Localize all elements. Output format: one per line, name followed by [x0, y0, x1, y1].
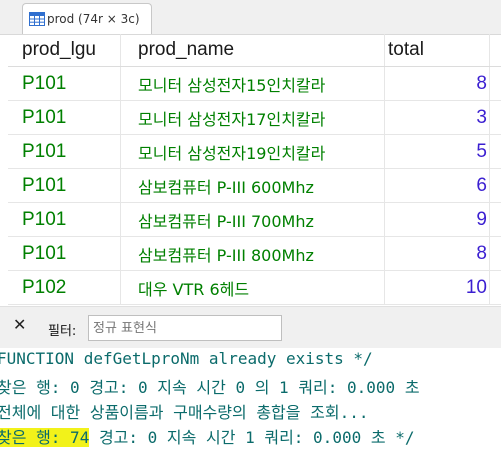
close-icon[interactable]: ✕ [13, 317, 27, 333]
cell-prod-name[interactable]: 삼보컴퓨터 P-III 700Mhz [121, 203, 385, 236]
cell-prod-lgu[interactable]: P101 [8, 101, 121, 134]
cell-total[interactable]: 8 [385, 67, 490, 100]
cell-prod-lgu[interactable]: P101 [8, 135, 121, 168]
cell-total[interactable]: 6 [385, 169, 490, 202]
column-header-total[interactable]: total [385, 34, 490, 66]
highlighted-row-count: 찾은 행: 74 [0, 428, 90, 447]
table-row[interactable]: P101 모니터 삼성전자19인치칼라 5 [8, 135, 501, 169]
column-header-prod-name[interactable]: prod_name [121, 34, 385, 66]
column-header-prod-lgu[interactable]: prod_lgu [8, 34, 121, 66]
cell-prod-lgu[interactable]: P101 [8, 203, 121, 236]
cell-prod-name[interactable]: 모니터 삼성전자19인치칼라 [121, 135, 385, 168]
tab-label: prod (74r × 3c) [47, 12, 140, 26]
filter-bar: ✕ 필터: [0, 306, 501, 349]
cell-prod-name[interactable]: 삼보컴퓨터 P-III 800Mhz [121, 237, 385, 270]
cell-prod-name[interactable]: 대우 VTR 6헤드 [121, 271, 385, 304]
cell-prod-lgu[interactable]: P101 [8, 237, 121, 270]
result-grid: prod_lgu prod_name total P101 모니터 삼성전자15… [8, 34, 501, 305]
table-row[interactable]: P101 삼보컴퓨터 P-III 600Mhz 6 [8, 169, 501, 203]
cell-total[interactable]: 3 [385, 101, 490, 134]
cell-total[interactable]: 5 [385, 135, 490, 168]
grid-header-row: prod_lgu prod_name total [8, 34, 501, 67]
cell-total[interactable]: 10 [385, 271, 490, 304]
console-line: FUNCTION defGetLproNm already exists */ [0, 349, 373, 368]
cell-prod-name[interactable]: 모니터 삼성전자15인치칼라 [121, 67, 385, 100]
table-row[interactable]: P101 모니터 삼성전자15인치칼라 8 [8, 67, 501, 101]
cell-prod-lgu[interactable]: P101 [8, 169, 121, 202]
cell-prod-name[interactable]: 모니터 삼성전자17인치칼라 [121, 101, 385, 134]
console-line-rest: 경고: 0 지속 시간 1 쿼리: 0.000 초 */ [89, 428, 415, 447]
cell-total[interactable]: 8 [385, 237, 490, 270]
cell-prod-lgu[interactable]: P102 [8, 271, 121, 304]
cell-prod-lgu[interactable]: P101 [8, 67, 121, 100]
table-row[interactable]: P101 모니터 삼성전자17인치칼라 3 [8, 101, 501, 135]
table-row[interactable]: P101 삼보컴퓨터 P-III 800Mhz 8 [8, 237, 501, 271]
filter-label: 필터: [48, 324, 77, 339]
cell-total[interactable]: 9 [385, 203, 490, 236]
table-grid-icon [29, 12, 45, 26]
filter-input[interactable] [88, 315, 282, 341]
query-log-console[interactable]: FUNCTION defGetLproNm already exists */ … [0, 348, 501, 451]
console-line: 전체에 대한 상품이름과 구매수량의 총합을 조회... [0, 403, 369, 422]
table-row[interactable]: P102 대우 VTR 6헤드 10 [8, 271, 501, 305]
table-row[interactable]: P101 삼보컴퓨터 P-III 700Mhz 9 [8, 203, 501, 237]
console-line-highlighted: 찾은 행: 74 경고: 0 지속 시간 1 쿼리: 0.000 초 */ [0, 424, 414, 448]
console-line: 찾은 행: 0 경고: 0 지속 시간 0 의 1 쿼리: 0.000 초 [0, 378, 420, 397]
tab-prod-results[interactable]: prod (74r × 3c) [22, 3, 152, 34]
tab-bar: prod (74r × 3c) [0, 0, 501, 35]
cell-prod-name[interactable]: 삼보컴퓨터 P-III 600Mhz [121, 169, 385, 202]
